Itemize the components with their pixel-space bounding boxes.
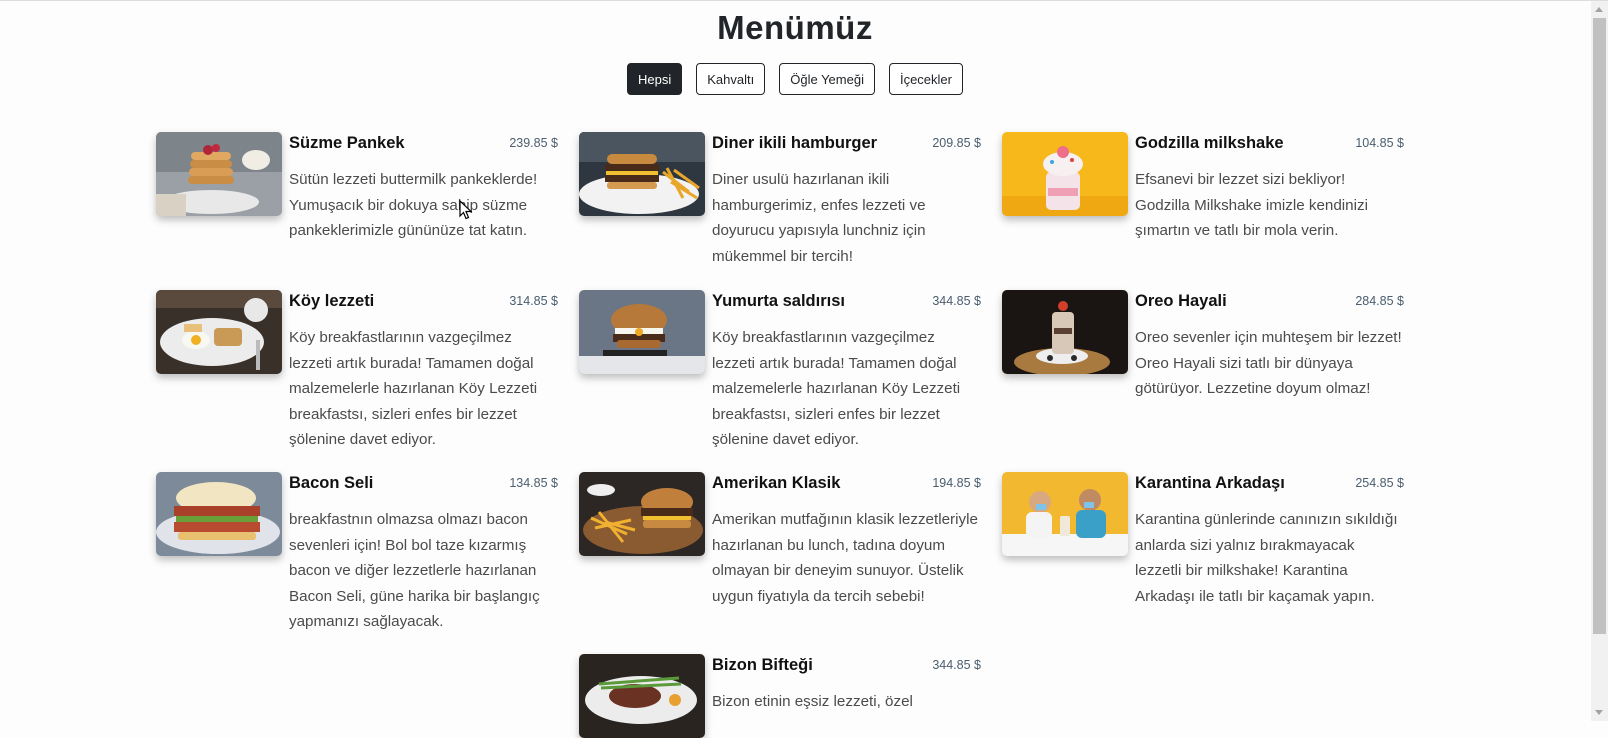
oreo-shake-image bbox=[1002, 290, 1128, 374]
item-title: Bizon Bifteği bbox=[712, 656, 813, 674]
item-description: Karantina günlerinde canınızın sıkıldığı… bbox=[1135, 511, 1398, 605]
item-title: Süzme Pankek bbox=[289, 134, 405, 152]
item-description: Köy breakfastlarının vazgeçilmez lezzeti… bbox=[289, 329, 538, 448]
item-description: Köy breakfastlarının vazgeçilmez lezzeti… bbox=[712, 329, 961, 448]
double-burger-image bbox=[579, 132, 705, 216]
item-price: 209.85 $ bbox=[932, 136, 981, 150]
filter-drinks-button[interactable]: İçecekler bbox=[888, 63, 963, 95]
burger-fries-image bbox=[579, 472, 705, 556]
couple-milkshake-image bbox=[1002, 472, 1128, 556]
filter-lunch-button[interactable]: Öğle Yemeği bbox=[779, 63, 875, 95]
milkshake-image bbox=[1002, 132, 1128, 216]
item-description: Efsanevi bir lezzet sizi bekliyor! Godzi… bbox=[1135, 171, 1368, 239]
item-price: 104.85 $ bbox=[1355, 136, 1404, 150]
item-price: 194.85 $ bbox=[932, 476, 981, 490]
item-title: Amerikan Klasik bbox=[712, 474, 841, 492]
item-price: 284.85 $ bbox=[1355, 294, 1404, 308]
item-title: Diner ikili hamburger bbox=[712, 134, 878, 152]
item-title: Bacon Seli bbox=[289, 474, 374, 492]
item-description: Amerikan mutfağının klasik lezzetleriyle… bbox=[712, 511, 978, 605]
item-title: Godzilla milkshake bbox=[1135, 134, 1284, 152]
scroll-up-arrow-icon[interactable] bbox=[1595, 7, 1603, 12]
egg-burger-image bbox=[579, 290, 705, 374]
item-price: 239.85 $ bbox=[509, 136, 558, 150]
mouse-cursor-icon bbox=[459, 199, 473, 225]
filter-breakfast-button[interactable]: Kahvaltı bbox=[696, 63, 766, 95]
filter-all-button[interactable]: Hepsi bbox=[627, 63, 683, 95]
breakfast-plate-image bbox=[156, 290, 282, 374]
vertical-scrollbar[interactable] bbox=[1591, 1, 1608, 721]
item-description: breakfastnın olmazsa olmazı bacon sevenl… bbox=[289, 511, 540, 630]
scroll-down-arrow-icon[interactable] bbox=[1595, 710, 1603, 715]
pancake-image bbox=[156, 132, 282, 216]
item-price: 344.85 $ bbox=[932, 294, 981, 308]
item-description: Bizon etinin eşsiz lezzeti, özel bbox=[712, 693, 913, 710]
item-description: Sütün lezzeti buttermilk pankeklerde! Yu… bbox=[289, 171, 538, 239]
item-description: Oreo sevenler için muhteşem bir lezzet! … bbox=[1135, 329, 1402, 397]
item-description: Diner usulü hazırlanan ikili hamburgerim… bbox=[712, 171, 926, 265]
item-price: 314.85 $ bbox=[509, 294, 558, 308]
item-title: Köy lezzeti bbox=[289, 292, 375, 310]
bacon-sandwich-image bbox=[156, 472, 282, 556]
item-title: Yumurta saldırısı bbox=[712, 292, 845, 310]
item-title: Oreo Hayali bbox=[1135, 292, 1227, 310]
item-price: 344.85 $ bbox=[932, 658, 981, 672]
item-price: 254.85 $ bbox=[1355, 476, 1404, 490]
category-filters: Hepsi Kahvaltı Öğle Yemeği İçecekler bbox=[0, 63, 1590, 95]
page-title: Menümüz bbox=[717, 9, 873, 46]
item-price: 134.85 $ bbox=[509, 476, 558, 490]
item-title: Karantina Arkadaşı bbox=[1135, 474, 1285, 492]
steak-plate-image bbox=[579, 654, 705, 738]
scroll-thumb[interactable] bbox=[1593, 18, 1606, 634]
